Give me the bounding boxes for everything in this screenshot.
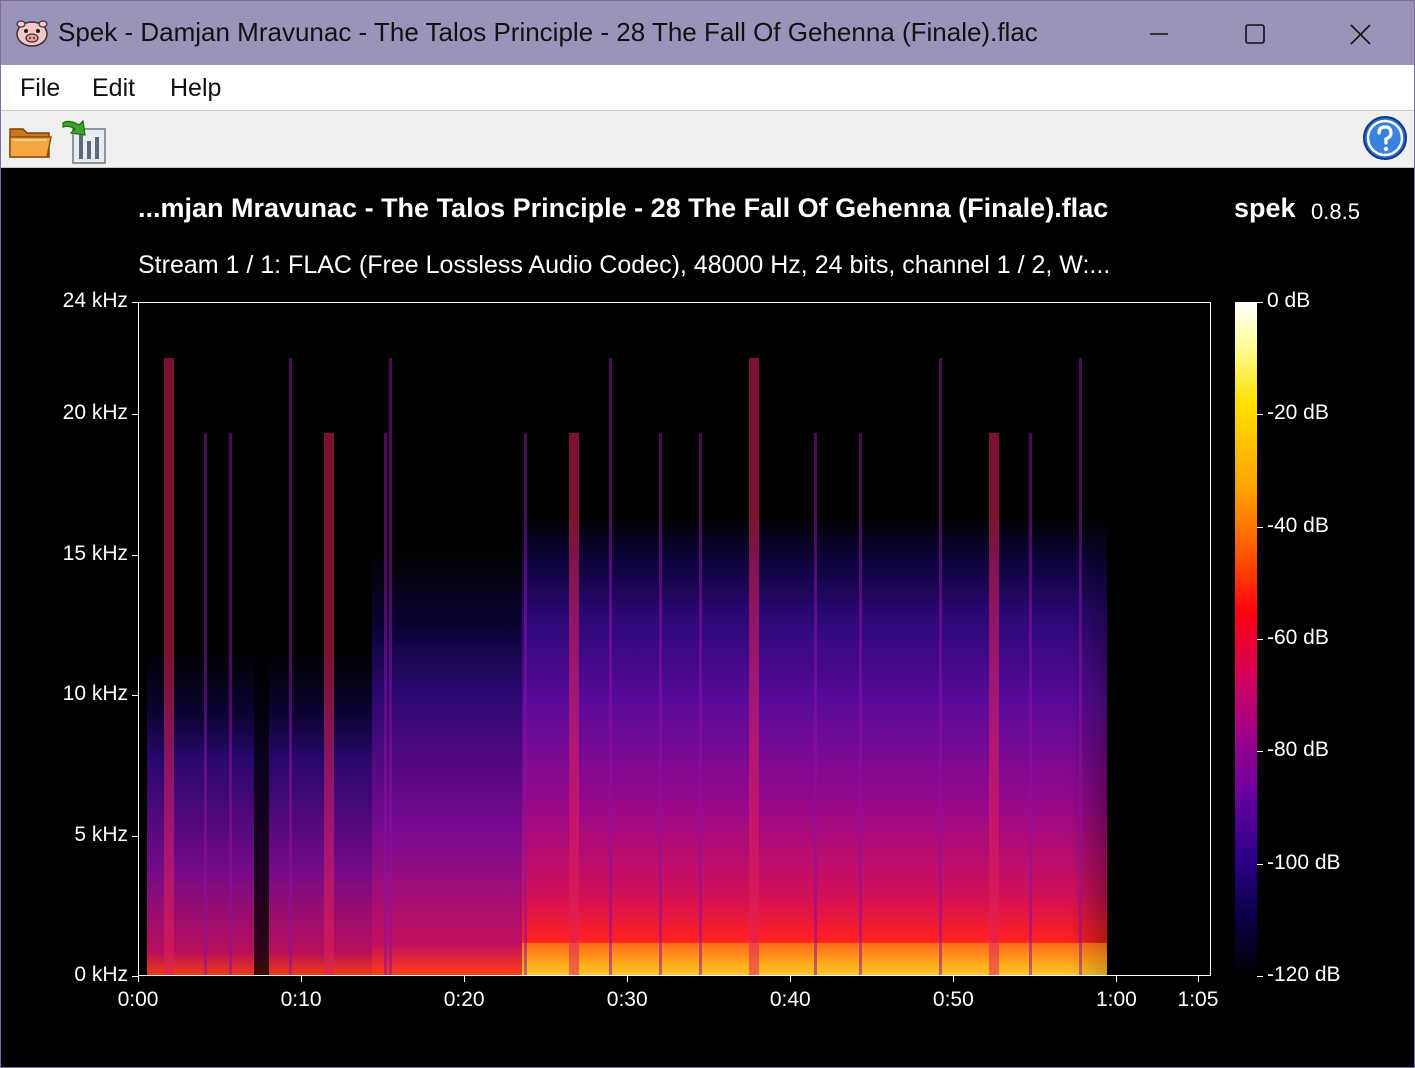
menu-bar: File Edit Help bbox=[1, 65, 1414, 111]
freq-tick bbox=[132, 414, 138, 416]
time-tick-label: 0:20 bbox=[443, 988, 485, 1011]
db-tick bbox=[1257, 639, 1263, 640]
time-tick bbox=[953, 976, 955, 982]
db-tick-label: -20 dB bbox=[1267, 401, 1329, 425]
transient-streak bbox=[1029, 433, 1032, 975]
db-tick-label: 0 dB bbox=[1267, 289, 1311, 312]
transient-streak bbox=[859, 433, 862, 975]
transient-streak bbox=[164, 358, 174, 975]
freq-tick-label: 24 kHz bbox=[62, 289, 128, 312]
spectrogram-plot[interactable] bbox=[138, 302, 1211, 976]
toolbar bbox=[1, 111, 1414, 168]
freq-tick-label: 15 kHz bbox=[62, 541, 128, 565]
freq-tick bbox=[132, 695, 138, 697]
title-bar[interactable]: Spek - Damjan Mravunac - The Talos Princ… bbox=[1, 1, 1414, 65]
app-name: spek bbox=[1234, 193, 1296, 223]
help-icon bbox=[1363, 116, 1407, 160]
time-tick-label: 0:30 bbox=[606, 988, 648, 1011]
transient-streak bbox=[569, 433, 579, 975]
save-image-icon bbox=[62, 119, 106, 164]
menu-edit[interactable]: Edit bbox=[92, 74, 135, 103]
menu-file[interactable]: File bbox=[20, 74, 60, 103]
db-tick bbox=[1257, 976, 1263, 977]
minimize-icon bbox=[1150, 33, 1168, 35]
close-icon bbox=[1350, 24, 1371, 45]
file-title: ...mjan Mravunac - The Talos Principle -… bbox=[138, 193, 1109, 223]
freq-tick bbox=[132, 302, 138, 303]
transient-streak bbox=[749, 358, 759, 975]
db-tick bbox=[1257, 863, 1263, 865]
time-tick bbox=[627, 976, 629, 982]
pig-face-icon bbox=[16, 20, 48, 47]
transient-streak bbox=[939, 358, 942, 975]
freq-tick-label: 10 kHz bbox=[62, 682, 128, 706]
spectrogram-image bbox=[147, 358, 1189, 975]
transient-streak bbox=[289, 358, 292, 975]
close-button[interactable] bbox=[1311, 1, 1411, 65]
time-tick-label: 1:05 bbox=[1177, 988, 1219, 1011]
transient-streak bbox=[814, 433, 817, 975]
time-tick bbox=[138, 976, 139, 982]
db-tick-label: -80 dB bbox=[1267, 738, 1329, 762]
transient-streak bbox=[384, 433, 387, 975]
db-tick-label: -100 dB bbox=[1267, 850, 1341, 874]
transient-streak bbox=[609, 358, 612, 975]
time-tick bbox=[1197, 976, 1199, 982]
freq-tick-label: 20 kHz bbox=[62, 401, 128, 425]
db-tick bbox=[1257, 526, 1263, 528]
time-tick-label: 0:40 bbox=[769, 988, 811, 1011]
maximize-button[interactable] bbox=[1206, 1, 1306, 65]
menu-help[interactable]: Help bbox=[170, 74, 221, 103]
open-button[interactable] bbox=[7, 117, 53, 163]
transient-streak bbox=[324, 433, 334, 975]
time-tick bbox=[301, 976, 303, 982]
db-tick bbox=[1257, 302, 1263, 303]
time-tick-label: 0:00 bbox=[117, 988, 159, 1011]
db-tick bbox=[1257, 751, 1263, 753]
freq-tick bbox=[132, 554, 138, 556]
db-tick-label: -40 dB bbox=[1267, 513, 1329, 537]
db-tick bbox=[1257, 414, 1263, 416]
freq-tick-label: 5 kHz bbox=[74, 822, 128, 846]
transient-streak bbox=[989, 433, 999, 975]
transient-streak bbox=[659, 433, 662, 975]
maximize-icon bbox=[1245, 24, 1265, 44]
db-colorbar bbox=[1235, 302, 1257, 977]
spek-window: Spek - Damjan Mravunac - The Talos Princ… bbox=[0, 0, 1415, 1068]
transient-streak bbox=[204, 433, 207, 975]
time-tick bbox=[464, 976, 466, 982]
freq-tick-label: 0 kHz bbox=[74, 963, 128, 986]
transient-streak bbox=[389, 358, 392, 975]
transient-streak bbox=[524, 433, 527, 975]
time-tick-label: 0:10 bbox=[280, 988, 322, 1011]
transient-streak bbox=[1079, 358, 1082, 975]
app-version: 0.8.5 bbox=[1311, 199, 1360, 224]
minimize-button[interactable] bbox=[1110, 1, 1210, 65]
transient-streak bbox=[699, 433, 702, 975]
db-tick-label: -120 dB bbox=[1267, 963, 1341, 986]
time-tick bbox=[1116, 976, 1118, 982]
help-button[interactable] bbox=[1361, 114, 1409, 162]
time-tick bbox=[790, 976, 792, 982]
transient-streak bbox=[229, 433, 232, 975]
folder-icon bbox=[9, 128, 52, 158]
save-button[interactable] bbox=[59, 117, 109, 165]
time-tick-label: 0:50 bbox=[932, 988, 974, 1011]
freq-tick bbox=[132, 835, 138, 837]
window-title: Spek - Damjan Mravunac - The Talos Princ… bbox=[58, 17, 1038, 47]
stream-info: Stream 1 / 1: FLAC (Free Lossless Audio … bbox=[138, 251, 1111, 279]
time-tick-label: 1:00 bbox=[1095, 988, 1137, 1011]
db-tick-label: -60 dB bbox=[1267, 626, 1329, 649]
